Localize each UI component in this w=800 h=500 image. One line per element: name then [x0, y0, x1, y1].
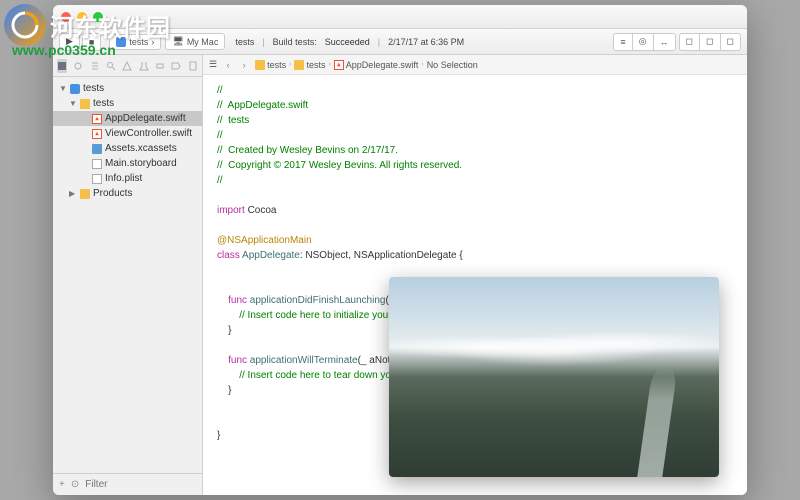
symbol-navigator-tab[interactable] — [90, 59, 100, 73]
navigator-sidebar: ▼ tests ▼ tests AppDelegate.swift ViewControl… — [53, 55, 203, 495]
folder-icon — [255, 60, 265, 70]
tree-item-label: Main.storyboard — [105, 158, 177, 169]
assets-icon — [92, 144, 102, 154]
watermark-logo — [4, 4, 46, 46]
rings-icon: ◎ — [639, 36, 647, 47]
panel-right-icon: ◻ — [727, 36, 734, 47]
disclosure-triangle[interactable]: ▶ — [69, 189, 77, 198]
jump-bar: ☰ ‹ › tests›tests›AppDelegate.swift›No S… — [203, 55, 747, 75]
filter-icon[interactable]: ⊙ — [71, 479, 79, 490]
go-forward-button[interactable]: › — [237, 58, 251, 72]
pip-video-overlay[interactable] — [389, 277, 719, 477]
destination-selector[interactable]: 🖥 My Mac — [165, 33, 225, 50]
project-tree: ▼ tests ▼ tests AppDelegate.swift ViewControl… — [53, 77, 202, 473]
tree-item-label: tests — [83, 83, 104, 94]
tree-item-tests[interactable]: ▼ tests — [53, 96, 202, 111]
tree-item-products[interactable]: ▶ Products — [53, 186, 202, 201]
navigator-filter-bar: + ⊙ ◐ ▭ — [53, 473, 202, 495]
folder-icon — [80, 99, 90, 109]
activity-time: 2/17/17 at 6:36 PM — [388, 37, 464, 47]
jump-bar-path: tests›tests›AppDelegate.swift›No Selecti… — [255, 60, 478, 70]
watermark: 河东软件园 www.pc0359.cn — [4, 4, 170, 58]
tree-item-label: tests — [93, 98, 114, 109]
activity-text: Build tests: — [273, 37, 317, 47]
swift-icon — [92, 114, 102, 124]
jumpbar-segment[interactable]: AppDelegate.swift — [334, 60, 419, 70]
tree-item-label: Info.plist — [105, 173, 142, 184]
xcode-window: ▶ ■ tests › 🖥 My Mac tests | Build tests… — [53, 5, 747, 495]
toggle-utilities-button[interactable]: ◻ — [720, 33, 741, 51]
editor-area: ☰ ‹ › tests›tests›AppDelegate.swift›No S… — [203, 55, 747, 495]
tree-item-tests[interactable]: ▼ tests — [53, 81, 202, 96]
jumpbar-segment[interactable]: No Selection — [427, 60, 478, 70]
panel-left-icon: ◻ — [686, 36, 693, 47]
tree-item-label: AppDelegate.swift — [105, 113, 186, 124]
jumpbar-segment[interactable]: tests — [294, 60, 325, 70]
jumpbar-separator: › — [328, 61, 330, 68]
breakpoint-navigator-tab[interactable] — [171, 59, 181, 73]
arrows-icon: ↔ — [660, 37, 669, 47]
version-editor-button[interactable]: ↔ — [653, 33, 676, 51]
tree-item-label: Assets.xcassets — [105, 143, 177, 154]
toggle-navigator-button[interactable]: ◻ — [679, 33, 700, 51]
toggle-debug-button[interactable]: ◻ — [699, 33, 720, 51]
tree-item-viewcontroller-swift[interactable]: ViewController.swift — [53, 126, 202, 141]
tree-item-label: Products — [93, 188, 132, 199]
jumpbar-label: tests — [306, 60, 325, 70]
watermark-url: www.pc0359.cn — [12, 42, 170, 58]
issue-navigator-tab[interactable] — [122, 59, 132, 73]
tree-item-assets-xcassets[interactable]: Assets.xcassets — [53, 141, 202, 156]
tree-item-main-storyboard[interactable]: Main.storyboard — [53, 156, 202, 171]
report-navigator-tab[interactable] — [188, 59, 198, 73]
disclosure-triangle[interactable]: ▼ — [69, 99, 77, 108]
activity-view: tests | Build tests: Succeeded | 2/17/17… — [235, 37, 613, 47]
watermark-title: 河东软件园 — [50, 8, 170, 43]
device-name: My Mac — [187, 37, 219, 47]
project-icon — [70, 84, 80, 94]
filter-input[interactable] — [85, 479, 217, 490]
tree-item-info-plist[interactable]: Info.plist — [53, 171, 202, 186]
tree-item-appdelegate-swift[interactable]: AppDelegate.swift — [53, 111, 202, 126]
activity-status: Succeeded — [325, 37, 370, 47]
jumpbar-separator: › — [421, 61, 423, 68]
jumpbar-label: No Selection — [427, 60, 478, 70]
jumpbar-separator: › — [289, 61, 291, 68]
jumpbar-label: tests — [267, 60, 286, 70]
project-navigator-tab[interactable] — [57, 59, 67, 73]
storyboard-icon — [92, 159, 102, 169]
folder-y-icon — [80, 189, 90, 199]
debug-navigator-tab[interactable] — [155, 59, 165, 73]
assistant-editor-button[interactable]: ◎ — [632, 33, 654, 51]
go-back-button[interactable]: ‹ — [221, 58, 235, 72]
jumpbar-label: AppDelegate.swift — [346, 60, 419, 70]
lines-icon: ≡ — [620, 37, 625, 47]
disclosure-triangle[interactable]: ▼ — [59, 84, 67, 93]
standard-editor-button[interactable]: ≡ — [613, 33, 632, 51]
add-button[interactable]: + — [59, 479, 65, 490]
activity-target: tests — [235, 37, 254, 47]
swift-icon — [92, 129, 102, 139]
tree-item-label: ViewController.swift — [105, 128, 192, 139]
find-navigator-tab[interactable] — [106, 59, 116, 73]
panel-bottom-icon: ◻ — [706, 36, 713, 47]
folder-icon — [294, 60, 304, 70]
plist-icon — [92, 174, 102, 184]
source-control-navigator-tab[interactable] — [73, 59, 83, 73]
jumpbar-segment[interactable]: tests — [255, 60, 286, 70]
related-items-button[interactable]: ☰ — [209, 59, 217, 70]
test-navigator-tab[interactable] — [139, 59, 149, 73]
swift-icon — [334, 60, 344, 70]
device-icon: 🖥 — [172, 36, 183, 47]
navigator-tabs — [53, 55, 202, 77]
